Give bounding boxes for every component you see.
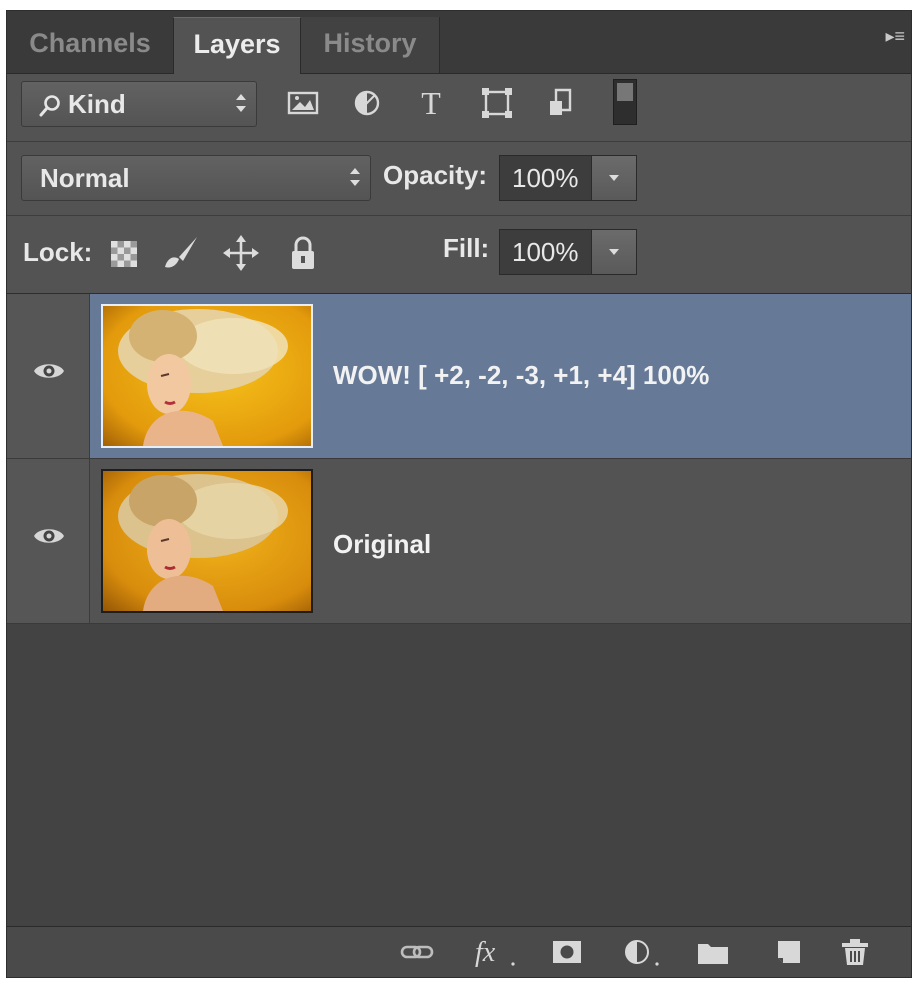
blend-mode-dropdown[interactable]: Normal	[21, 155, 371, 201]
layer-name[interactable]: Original	[333, 529, 431, 560]
image-filter-icon[interactable]	[283, 85, 323, 121]
search-icon	[39, 95, 60, 117]
layer-row-wow[interactable]: WOW! [ +2, -2, -3, +1, +4] 100%	[7, 294, 911, 459]
adjustment-filter-icon[interactable]	[347, 85, 387, 121]
eye-icon[interactable]	[33, 360, 65, 382]
lock-transparent-pixels-icon[interactable]	[105, 233, 145, 273]
layer-thumbnail[interactable]	[101, 304, 313, 448]
delete-layer-icon[interactable]	[837, 937, 873, 967]
type-filter-icon[interactable]: T	[411, 85, 451, 121]
portrait-thumbnail-image	[103, 471, 311, 611]
layer-thumbnail[interactable]	[101, 469, 313, 613]
opacity-label: Opacity:	[383, 160, 488, 190]
divider	[7, 141, 911, 142]
fill-field[interactable]: 100%	[499, 229, 637, 275]
visibility-cell[interactable]	[7, 294, 90, 458]
fill-slider-button[interactable]	[591, 230, 636, 274]
new-adjustment-layer-icon[interactable]	[619, 937, 665, 967]
panel-menu-icon[interactable]: ▸≡	[885, 27, 905, 45]
updown-arrows-icon	[236, 92, 246, 114]
fill-label: Fill:	[443, 233, 490, 263]
add-mask-icon[interactable]	[549, 937, 585, 967]
opacity-field[interactable]: 100%	[499, 155, 637, 201]
opacity-slider-button[interactable]	[591, 156, 636, 200]
layer-row-original[interactable]: Original	[7, 459, 911, 624]
layers-panel: Channels Layers History ▸≡ Kind T Normal…	[6, 10, 912, 978]
shape-filter-icon[interactable]	[477, 85, 517, 121]
panel-tab-bar: Channels Layers History ▸≡	[7, 11, 911, 74]
new-layer-icon[interactable]	[771, 937, 807, 967]
kind-filter-dropdown[interactable]: Kind	[21, 81, 257, 127]
blend-mode-value: Normal	[40, 163, 130, 193]
eye-icon[interactable]	[33, 525, 65, 547]
link-layers-icon[interactable]	[399, 937, 435, 967]
fill-value: 100%	[512, 237, 579, 267]
portrait-thumbnail-image	[103, 306, 311, 446]
lock-all-icon[interactable]	[283, 233, 323, 273]
filter-toggle-icon[interactable]	[613, 79, 637, 125]
layers-bottom-toolbar: fx	[7, 926, 911, 977]
lock-label: Lock:	[23, 237, 93, 267]
tab-channels[interactable]: Channels	[15, 17, 165, 73]
svg-text:fx: fx	[475, 937, 496, 967]
kind-filter-label: Kind	[68, 89, 126, 119]
lock-position-icon[interactable]	[221, 233, 261, 273]
new-group-icon[interactable]	[695, 937, 731, 967]
divider	[7, 215, 911, 216]
tab-layers[interactable]: Layers	[173, 17, 301, 74]
svg-text:T: T	[421, 85, 441, 121]
opacity-value: 100%	[512, 163, 579, 193]
lock-image-pixels-icon[interactable]	[159, 233, 199, 273]
visibility-cell[interactable]	[7, 459, 90, 623]
tab-history[interactable]: History	[301, 17, 440, 73]
updown-arrows-icon	[350, 166, 360, 188]
layer-name[interactable]: WOW! [ +2, -2, -3, +1, +4] 100%	[333, 360, 709, 391]
fx-icon[interactable]: fx	[473, 937, 519, 968]
smart-object-filter-icon[interactable]	[541, 85, 581, 121]
